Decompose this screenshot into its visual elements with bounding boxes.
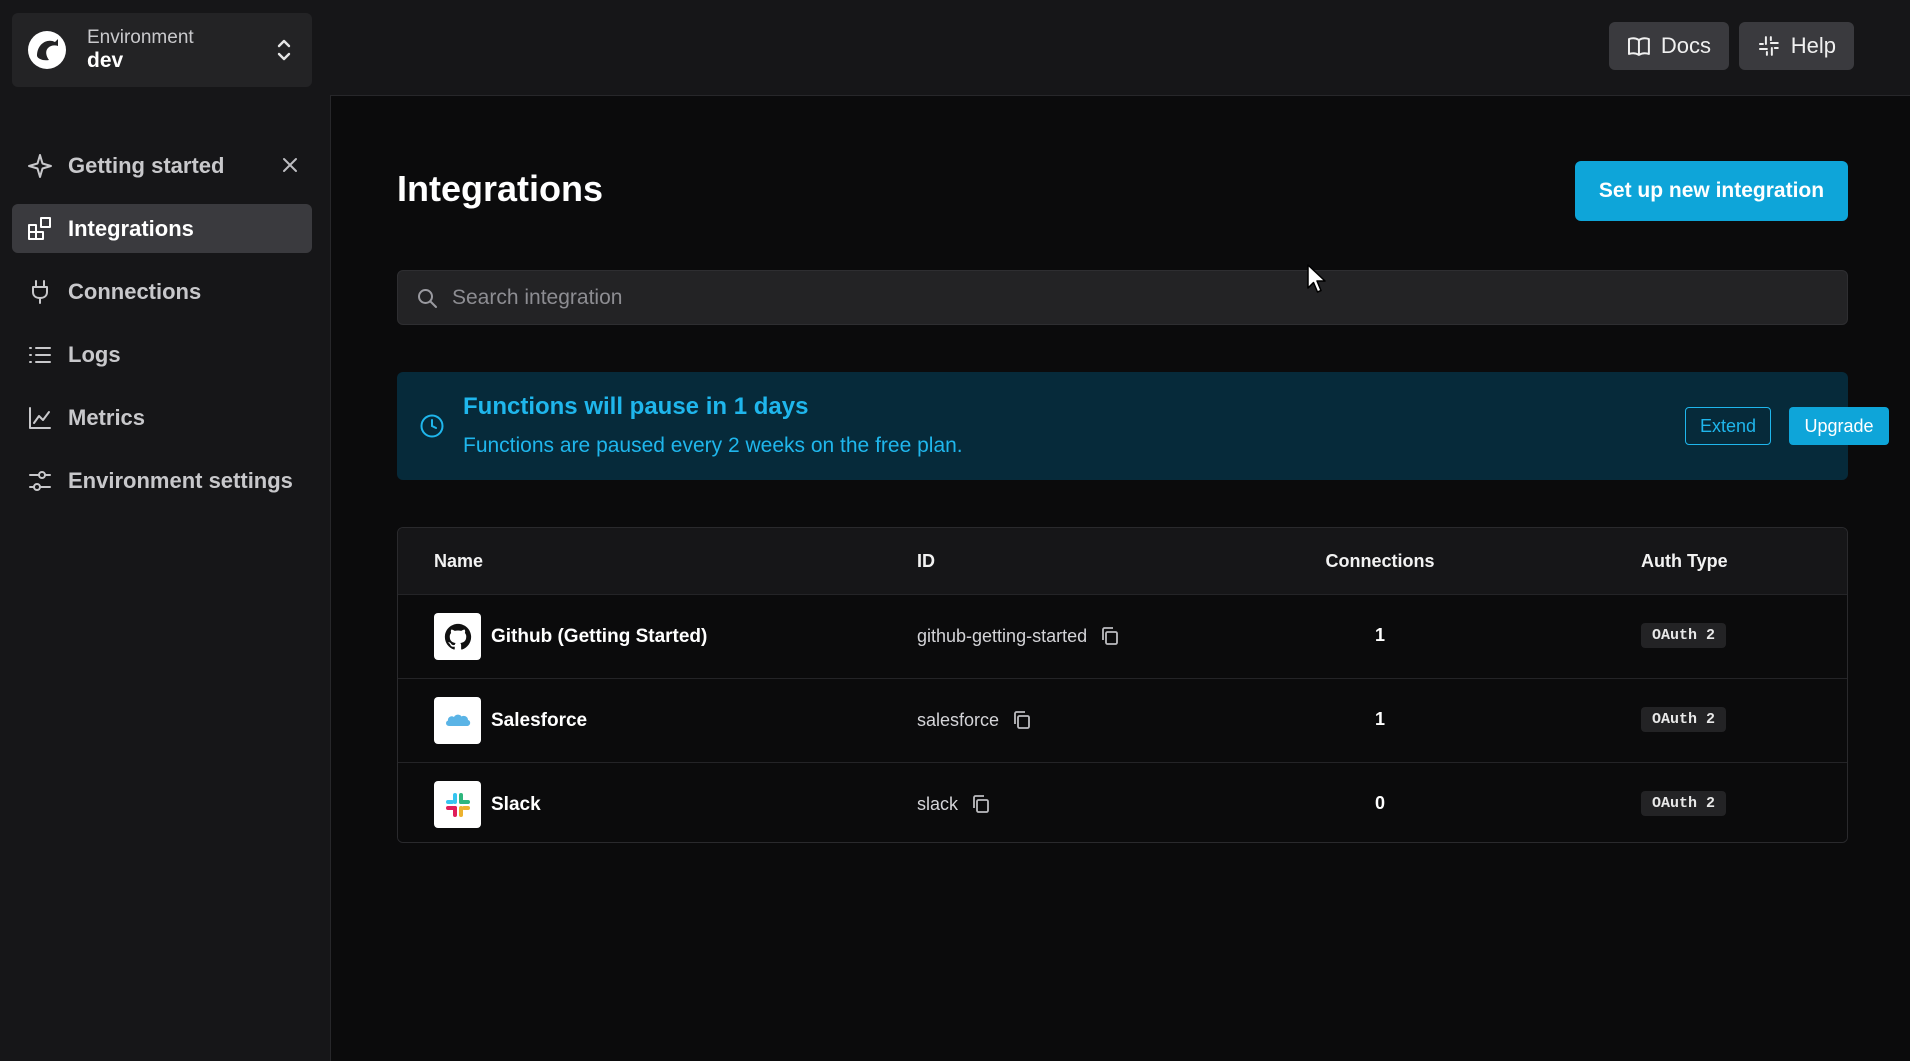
integration-name: Github (Getting Started) (491, 625, 708, 647)
sidebar-item-label: Environment settings (68, 467, 293, 493)
nango-logo-icon (28, 31, 66, 69)
column-header-auth-type[interactable]: Auth Type (1641, 551, 1728, 572)
sidebar: Environment dev Getting started Integrat… (0, 0, 330, 1061)
integrations-icon (28, 216, 51, 240)
sidebar-item-label: Integrations (68, 215, 194, 241)
auth-type-badge: OAuth 2 (1641, 707, 1727, 732)
sidebar-item-integrations[interactable]: Integrations (12, 204, 312, 253)
table-row[interactable]: Salesforce salesforce 1 OAuth 2 (398, 678, 1847, 762)
banner-text: Functions are paused every 2 weeks on th… (463, 434, 963, 457)
help-label: Help (1790, 33, 1836, 58)
table-row[interactable]: Slack slack 0 OAuth 2 (398, 762, 1847, 842)
sidebar-item-logs[interactable]: Logs (12, 330, 312, 379)
column-header-name[interactable]: Name (434, 551, 483, 572)
auth-type-badge: OAuth 2 (1641, 791, 1727, 816)
integration-name: Salesforce (491, 709, 588, 731)
search-bar[interactable] (397, 270, 1848, 325)
integration-id: slack (917, 793, 959, 814)
copy-icon[interactable] (970, 793, 992, 815)
connections-count: 1 (1374, 625, 1385, 645)
docs-button[interactable]: Docs (1609, 22, 1729, 70)
mouse-cursor-icon (1307, 264, 1326, 293)
copy-icon[interactable] (1099, 625, 1121, 647)
column-header-id[interactable]: ID (917, 551, 935, 572)
search-icon (418, 288, 437, 308)
integration-name-cell[interactable]: Slack (434, 781, 541, 828)
set-up-new-integration-button[interactable]: Set up new integration (1575, 161, 1848, 221)
book-icon (1627, 37, 1650, 56)
list-icon (29, 346, 51, 363)
salesforce-logo-icon (445, 714, 470, 726)
plug-icon (32, 279, 48, 304)
sidebar-item-label: Getting started (68, 152, 225, 178)
salesforce-logo (434, 697, 481, 744)
help-button[interactable]: Help (1739, 22, 1854, 70)
chart-icon (29, 406, 51, 429)
sidebar-item-label: Metrics (68, 404, 146, 430)
environment-name: dev (87, 48, 124, 72)
docs-label: Docs (1660, 33, 1711, 58)
sidebar-item-metrics[interactable]: Metrics (12, 393, 312, 442)
environment-switcher[interactable]: Environment dev (12, 13, 312, 87)
chevron-up-down-icon (277, 39, 291, 61)
pause-warning-banner: Functions will pause in 1 days Functions… (397, 372, 1889, 480)
auth-type-badge: OAuth 2 (1641, 623, 1727, 648)
github-logo-icon (444, 623, 471, 650)
slack-icon (1758, 36, 1779, 56)
slack-logo (434, 781, 481, 828)
extend-button[interactable]: Extend (1685, 407, 1771, 445)
page-title: Integrations (397, 168, 604, 209)
sidebar-item-getting-started[interactable]: Getting started (12, 141, 312, 190)
integrations-table: Name ID Connections Auth Type Github (Ge… (397, 527, 1848, 843)
environment-label: Environment (87, 27, 194, 48)
integration-id-cell: github-getting-started (917, 625, 1121, 647)
integration-id-cell: salesforce (917, 709, 1033, 731)
sidebar-item-label: Connections (68, 278, 202, 304)
integration-name-cell[interactable]: Github (Getting Started) (434, 613, 707, 660)
sliders-icon (29, 470, 51, 491)
slack-logo-icon (445, 792, 470, 817)
connections-count: 0 (1374, 793, 1385, 813)
integration-id-cell: slack (917, 793, 992, 815)
copy-icon[interactable] (1011, 709, 1033, 731)
banner-title: Functions will pause in 1 days (463, 393, 809, 420)
upgrade-button[interactable]: Upgrade (1789, 407, 1889, 445)
integration-name-cell[interactable]: Salesforce (434, 697, 587, 744)
column-header-connections[interactable]: Connections (1288, 551, 1472, 572)
sidebar-item-environment-settings[interactable]: Environment settings (12, 456, 312, 505)
table-row[interactable]: Github (Getting Started) github-getting-… (398, 594, 1847, 678)
sidebar-item-connections[interactable]: Connections (12, 267, 312, 316)
github-logo (434, 613, 481, 660)
sidebar-nav: Getting started Integrations Connections (12, 141, 312, 519)
app-window: Environment dev Getting started Integrat… (0, 0, 1910, 1061)
connections-count: 1 (1374, 709, 1385, 729)
integration-id: salesforce (917, 709, 1000, 730)
sidebar-item-label: Logs (68, 341, 121, 367)
close-icon[interactable] (278, 153, 302, 177)
table-header: Name ID Connections Auth Type (398, 528, 1847, 594)
sparkle-icon (28, 153, 52, 178)
main-content: Integrations Set up new integration Func… (330, 95, 1910, 1061)
integration-name: Slack (491, 793, 541, 815)
search-input[interactable] (452, 285, 1829, 310)
clock-icon (420, 414, 444, 438)
integration-id: github-getting-started (917, 625, 1088, 646)
